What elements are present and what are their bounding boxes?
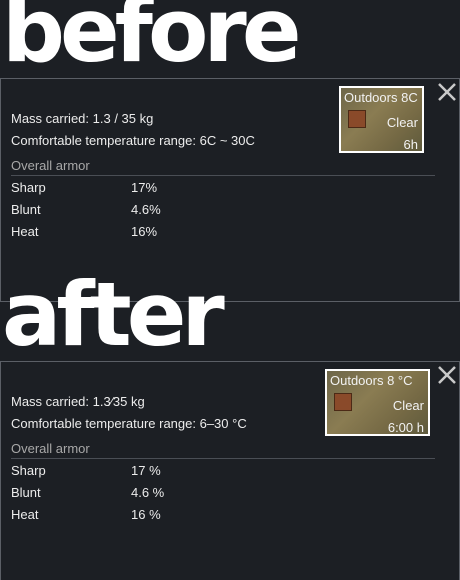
weather-readout: Outdoors 8 °C Clear 6:00 h xyxy=(325,369,430,436)
armor-row-sharp: Sharp 17% xyxy=(11,180,311,198)
before-heading: before xyxy=(2,0,301,82)
overall-armor-title: Overall armor xyxy=(11,158,435,176)
armor-name: Blunt xyxy=(11,202,41,217)
comfort-temperature: Comfortable temperature range: 6–30 °C xyxy=(11,416,247,431)
armor-value: 17% xyxy=(131,180,158,195)
armor-row-heat: Heat 16% xyxy=(11,224,311,242)
armor-value: 16 % xyxy=(131,507,161,522)
armor-name: Heat xyxy=(11,224,39,239)
armor-name: Blunt xyxy=(11,485,41,500)
after-heading: after xyxy=(2,263,225,366)
armor-name: Sharp xyxy=(11,180,46,195)
armor-value: 4.6% xyxy=(131,202,161,217)
armor-name: Sharp xyxy=(11,463,46,478)
weather-time: 6:00 h xyxy=(387,420,424,435)
armor-name: Heat xyxy=(11,507,39,522)
inspect-panel-after: Outdoors 8 °C Clear 6:00 h Mass carried:… xyxy=(0,361,460,580)
mass-carried: Mass carried: 1.3⁄35 kg xyxy=(11,394,145,409)
overall-armor-title: Overall armor xyxy=(11,441,435,459)
armor-value: 17 % xyxy=(131,463,161,478)
weather-readout: Outdoors 8C Clear 6h xyxy=(339,86,424,153)
weather-condition: Clear xyxy=(392,398,424,413)
armor-row-sharp: Sharp 17 % xyxy=(11,463,311,481)
weather-swatch-icon xyxy=(334,393,352,411)
weather-condition: Clear xyxy=(386,115,418,130)
weather-time: 6h xyxy=(403,137,418,152)
armor-row-blunt: Blunt 4.6% xyxy=(11,202,311,220)
mass-carried: Mass carried: 1.3 / 35 kg xyxy=(11,111,154,126)
weather-title: Outdoors 8 °C xyxy=(330,373,413,388)
armor-row-blunt: Blunt 4.6 % xyxy=(11,485,311,503)
comfort-temperature: Comfortable temperature range: 6C ~ 30C xyxy=(11,133,255,148)
armor-value: 4.6 % xyxy=(131,485,165,500)
weather-swatch-icon xyxy=(348,110,366,128)
armor-value: 16% xyxy=(131,224,158,239)
close-icon[interactable] xyxy=(436,81,458,103)
armor-row-heat: Heat 16 % xyxy=(11,507,311,525)
close-icon[interactable] xyxy=(436,364,458,386)
weather-title: Outdoors 8C xyxy=(344,90,418,105)
